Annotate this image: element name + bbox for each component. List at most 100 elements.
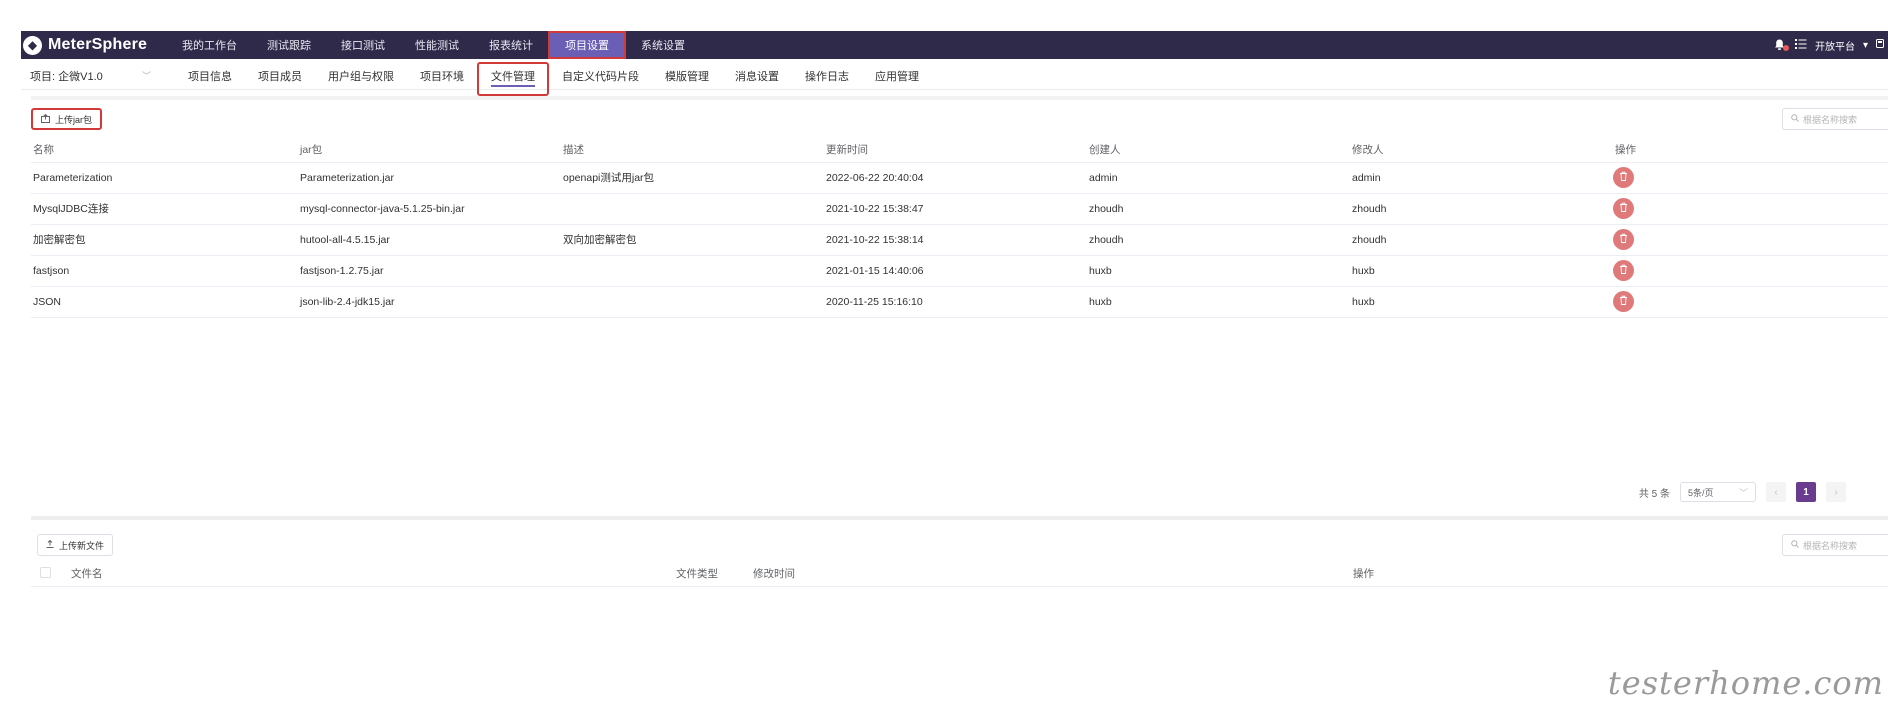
next-page-button[interactable]: › [1826, 482, 1846, 502]
project-selector[interactable]: 项目: 企微V1.0 ﹀ [21, 68, 161, 84]
upload-icon [41, 113, 50, 125]
tab-item[interactable]: 消息设置 [722, 62, 792, 90]
cell-creator: huxb [1087, 286, 1350, 318]
notification-bell-icon[interactable] [1773, 38, 1789, 52]
column-header[interactable]: 描述 [561, 138, 824, 163]
topnav-item[interactable]: 性能测试 [400, 31, 474, 59]
tab-item[interactable]: 项目环境 [407, 62, 477, 90]
cell-jar: mysql-connector-java-5.1.25-bin.jar [298, 193, 561, 225]
cell-jar: hutool-all-4.5.15.jar [298, 224, 561, 256]
cell-name: MysqlJDBC连接 [31, 193, 298, 225]
cell-action [1613, 255, 1888, 287]
column-header[interactable]: 修改人 [1350, 138, 1613, 163]
column-header[interactable]: 名称 [31, 138, 298, 163]
table-row: 加密解密包 hutool-all-4.5.15.jar 双向加密解密包 2021-10… [31, 224, 1888, 256]
jar-table: 名称 jar包 描述 更新时间 创建人 修改人 操作 Parameterization Par… [31, 138, 1888, 318]
cell-name: fastjson [31, 255, 298, 287]
top-right-tools: 开放平台 ▾ [1773, 31, 1888, 59]
file-search-input[interactable]: 根据名称搜索 [1782, 534, 1888, 556]
column-header-file-type[interactable]: 文件类型 [676, 562, 753, 587]
cell-name: 加密解密包 [31, 224, 298, 256]
cell-desc [561, 286, 824, 318]
delete-button[interactable] [1613, 291, 1634, 312]
column-header[interactable]: 更新时间 [824, 138, 1087, 163]
topnav-item[interactable]: 我的工作台 [167, 31, 252, 59]
tab-item[interactable]: 操作日志 [792, 62, 862, 90]
trash-icon [1619, 171, 1628, 184]
cell-action [1613, 162, 1888, 194]
cell-modifier: huxb [1350, 286, 1613, 318]
cell-creator: zhoudh [1087, 224, 1350, 256]
app-name: MeterSphere [48, 36, 148, 53]
project-settings-nav: 项目: 企微V1.0 ﹀ 项目信息 项目成员 用户组与权限 项目环境 文件管理 自定义代码… [21, 61, 1888, 96]
jar-search-input[interactable]: 根据名称搜索 [1782, 108, 1888, 130]
column-header-modified-time[interactable]: 修改时间 [753, 562, 1353, 587]
cell-creator: admin [1087, 162, 1350, 194]
table-row: Parameterization Parameterization.jar open… [31, 162, 1888, 194]
jar-table-header: 名称 jar包 描述 更新时间 创建人 修改人 操作 [31, 138, 1888, 163]
tab-item[interactable]: 项目成员 [245, 62, 315, 90]
upload-file-button[interactable]: 上传新文件 [37, 534, 114, 556]
top-bar: ◆ MeterSphere 我的工作台 测试跟踪 接口测试 性能测试 报表统计 项目设置系… [21, 31, 1888, 59]
trash-icon [1619, 233, 1628, 246]
table-row: fastjson fastjson-1.2.75.jar 2021-01-15 14… [31, 255, 1888, 287]
user-menu-icon[interactable] [1876, 39, 1884, 51]
chevron-down-icon: ﹀ [1738, 487, 1748, 498]
tab-item[interactable]: 项目信息 [175, 62, 245, 90]
logo-icon: ◆ [23, 35, 42, 55]
column-header: 操作 [1613, 138, 1888, 163]
topnav-item[interactable]: 系统设置 [626, 31, 700, 59]
file-table: 文件名 文件类型 修改时间 操作 [31, 562, 1888, 587]
column-header[interactable]: 创建人 [1087, 138, 1350, 163]
project-settings-tabs: 项目信息 项目成员 用户组与权限 项目环境 文件管理 自定义代码片段 模版管理 消息设置 操作日… [161, 61, 932, 96]
delete-button[interactable] [1613, 167, 1634, 188]
cell-jar: json-lib-2.4-jdk15.jar [298, 286, 561, 318]
workspace-selector[interactable]: 开放平台 [1815, 38, 1855, 53]
app-logo[interactable]: ◆ MeterSphere [21, 35, 149, 55]
cell-action [1613, 286, 1888, 318]
watermark: testerhome.com [1607, 664, 1884, 702]
upload-jar-label: 上传jar包 [55, 114, 93, 125]
cell-modifier: zhoudh [1350, 224, 1613, 256]
delete-button[interactable] [1613, 198, 1634, 219]
delete-button[interactable] [1613, 260, 1634, 281]
cell-updated: 2022-06-22 20:40:04 [824, 162, 1087, 194]
tab-item[interactable]: 用户组与权限 [315, 62, 407, 90]
pagination-total: 共 5 条 [1638, 488, 1670, 500]
cell-modifier: zhoudh [1350, 193, 1613, 225]
tab-item[interactable]: 自定义代码片段 [549, 62, 652, 90]
topnav-item[interactable]: 报表统计 [474, 31, 548, 59]
table-row: MysqlJDBC连接 mysql-connector-java-5.1.25-b… [31, 193, 1888, 225]
prev-page-button[interactable]: ‹ [1766, 482, 1786, 502]
page-size-select[interactable]: 5条/页 ﹀ [1680, 482, 1756, 502]
upload-jar-button[interactable]: 上传jar包 [31, 108, 103, 130]
topnav-item[interactable]: 测试跟踪 [252, 31, 326, 59]
tab-item[interactable]: 模版管理 [652, 62, 722, 90]
topnav-item[interactable]: 接口测试 [326, 31, 400, 59]
cell-desc [561, 193, 824, 225]
cell-name: JSON [31, 286, 298, 318]
trash-icon [1619, 202, 1628, 215]
tab-item[interactable]: 应用管理 [862, 62, 932, 90]
notification-dot [1782, 45, 1789, 51]
cell-updated: 2021-10-22 15:38:47 [824, 193, 1087, 225]
search-icon [1791, 114, 1799, 124]
cell-desc: 双向加密解密包 [561, 224, 824, 256]
table-row: JSON json-lib-2.4-jdk15.jar 2020-11-25 15:… [31, 286, 1888, 318]
topnav-item[interactable]: 项目设置 [548, 31, 626, 59]
workspace-list-icon[interactable] [1794, 38, 1807, 52]
cell-action [1613, 193, 1888, 225]
column-header[interactable]: jar包 [298, 138, 561, 163]
tab-item[interactable]: 文件管理 [477, 61, 549, 96]
top-nav: 我的工作台 测试跟踪 接口测试 性能测试 报表统计 项目设置 系统设置 [167, 31, 700, 59]
workspace-dropdown-caret-icon[interactable]: ▾ [1863, 40, 1868, 51]
cell-modifier: admin [1350, 162, 1613, 194]
select-all-checkbox[interactable] [31, 562, 67, 587]
column-header-file-name[interactable]: 文件名 [67, 562, 676, 587]
page-number-button[interactable]: 1 [1796, 482, 1816, 502]
file-search-placeholder: 根据名称搜索 [1803, 540, 1858, 551]
cell-creator: zhoudh [1087, 193, 1350, 225]
chevron-down-icon: ﹀ [141, 71, 151, 81]
cell-modifier: huxb [1350, 255, 1613, 287]
delete-button[interactable] [1613, 229, 1634, 250]
